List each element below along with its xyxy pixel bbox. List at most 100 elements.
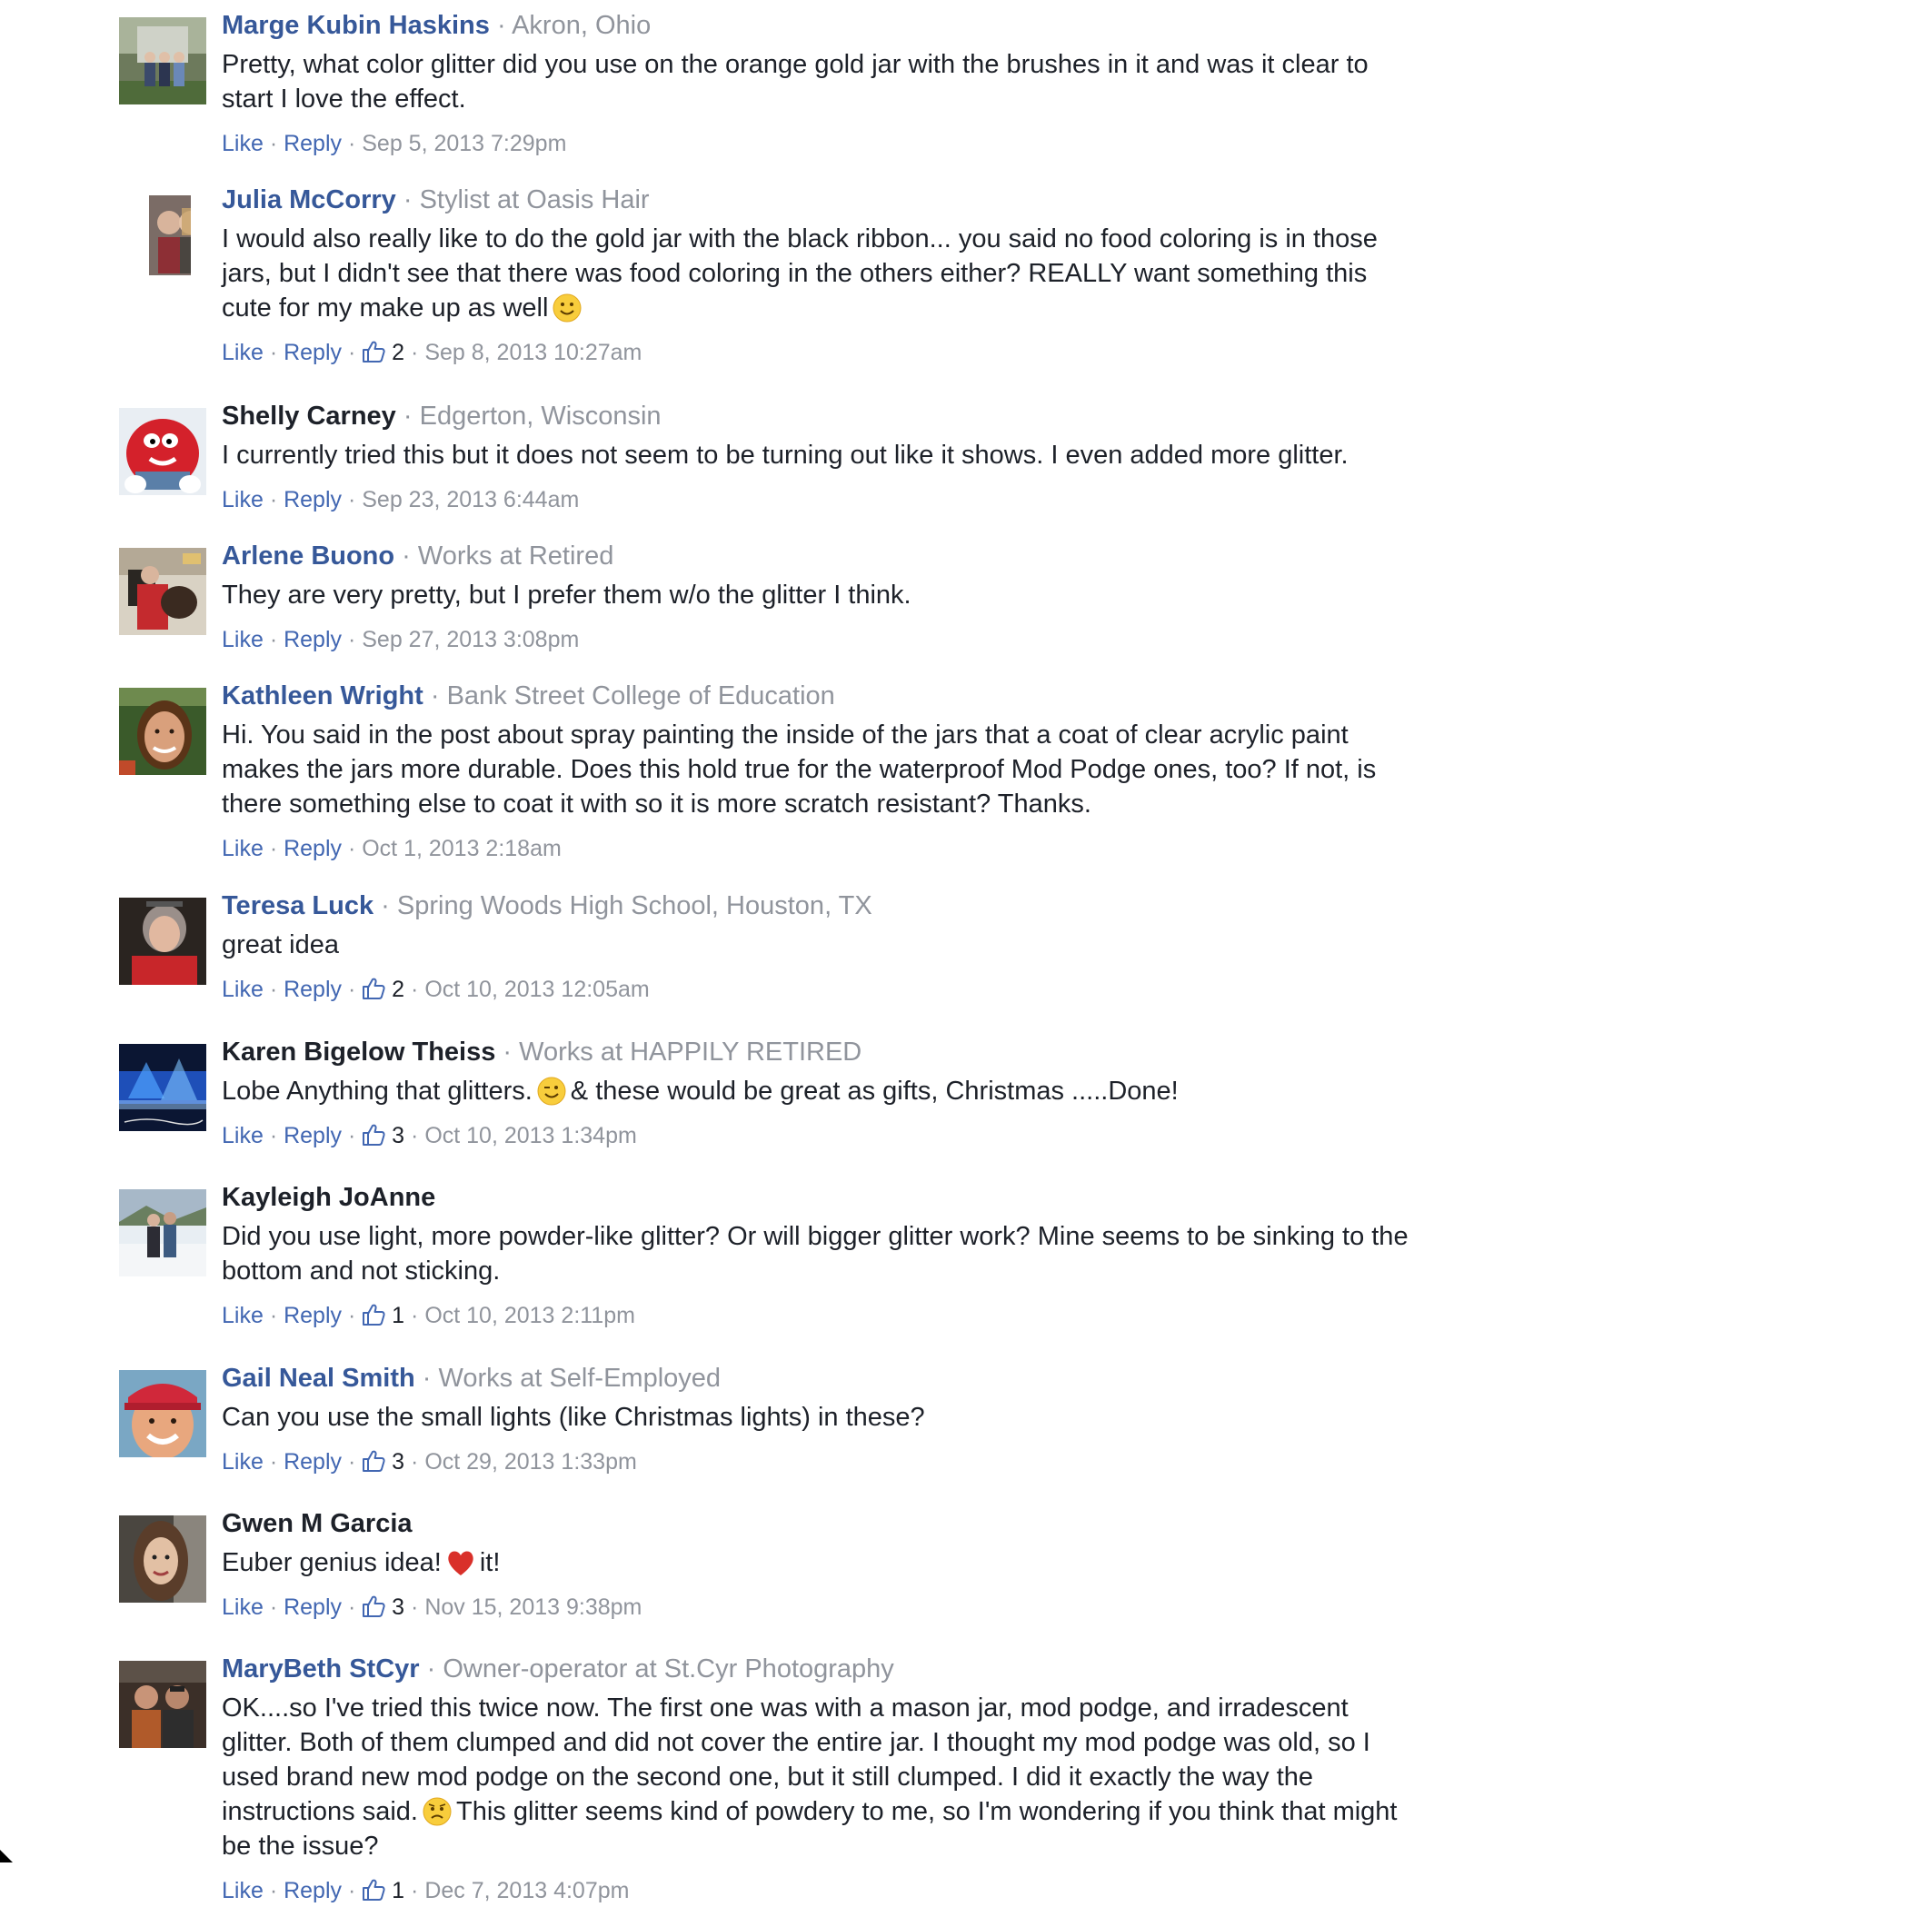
like-count-thumb-icon[interactable] <box>362 340 385 365</box>
comment-text: They are very pretty, but I prefer them … <box>222 578 1421 612</box>
like-count[interactable]: 2 <box>385 977 404 1002</box>
profile-photo-person-with-dog-icon[interactable] <box>119 548 206 635</box>
like-count-thumb-icon[interactable] <box>362 1449 385 1475</box>
comment-text: Lobe Anything that glitters. & these woul… <box>222 1074 1421 1108</box>
author-name-link[interactable]: Gail Neal Smith <box>222 1364 415 1393</box>
comment-timestamp[interactable]: Sep 27, 2013 3:08pm <box>362 627 579 652</box>
comment-timestamp[interactable]: Sep 23, 2013 6:44am <box>362 487 579 512</box>
profile-photo-group-outdoors-icon[interactable] <box>119 17 206 104</box>
author-affiliation: Works at HAPPILY RETIRED <box>519 1038 862 1067</box>
like-button[interactable]: Like <box>222 340 264 365</box>
window-corner-icon <box>0 1850 13 1862</box>
like-button[interactable]: Like <box>222 131 264 156</box>
comment-text-segment: I currently tried this but it does not s… <box>222 441 1349 470</box>
profile-photo-couple-icon[interactable] <box>136 192 191 279</box>
profile-photo-couple-snow-icon[interactable] <box>119 1189 206 1276</box>
comment-text: Euber genius idea! it! <box>222 1545 1421 1580</box>
like-button[interactable]: Like <box>222 487 264 512</box>
like-button[interactable]: Like <box>222 977 264 1002</box>
comment-timestamp[interactable]: Sep 8, 2013 10:27am <box>424 340 642 365</box>
separator-dot: · <box>342 627 363 652</box>
comment-text: Can you use the small lights (like Chris… <box>222 1400 1421 1435</box>
author-name-link[interactable]: Julia McCorry <box>222 185 396 214</box>
separator-dot: · <box>414 1364 439 1393</box>
like-button[interactable]: Like <box>222 1303 264 1328</box>
author-name-link[interactable]: Kathleen Wright <box>222 681 423 710</box>
comment-timestamp[interactable]: Oct 1, 2013 2:18am <box>362 836 562 861</box>
author-name-link[interactable]: Marge Kubin Haskins <box>222 11 490 40</box>
reply-button[interactable]: Reply <box>284 131 342 156</box>
comment-actions: Like · Reply · Sep 27, 2013 3:08pm <box>222 623 1421 656</box>
separator-dot: · <box>263 131 284 156</box>
comment-timestamp[interactable]: Oct 10, 2013 12:05am <box>424 977 649 1002</box>
reply-button[interactable]: Reply <box>284 340 342 365</box>
comment-timestamp[interactable]: Oct 10, 2013 1:34pm <box>424 1123 636 1148</box>
comment-timestamp[interactable]: Sep 5, 2013 7:29pm <box>362 131 566 156</box>
comment-text: OK....so I've tried this twice now. The … <box>222 1691 1421 1863</box>
separator-dot: · <box>395 185 420 214</box>
author-name-link[interactable]: Teresa Luck <box>222 891 373 920</box>
author-name-link[interactable]: Shelly Carney <box>222 402 396 431</box>
author-name-link[interactable]: Gwen M Garcia <box>222 1509 413 1538</box>
comment-text-segment: Can you use the small lights (like Chris… <box>222 1403 925 1432</box>
author-name-link[interactable]: MaryBeth StCyr <box>222 1654 420 1684</box>
author-name-link[interactable]: Karen Bigelow Theiss <box>222 1038 495 1067</box>
separator-dot: · <box>342 1303 363 1328</box>
reply-button[interactable]: Reply <box>284 1878 342 1903</box>
profile-photo-two-men-icon[interactable] <box>119 1661 206 1748</box>
separator-dot: · <box>404 977 425 1002</box>
reply-button[interactable]: Reply <box>284 1123 342 1148</box>
comment-timestamp[interactable]: Nov 15, 2013 9:38pm <box>424 1594 642 1620</box>
comment-actions: Like · Reply · 1 · Dec 7, 2013 4:07pm <box>222 1874 1421 1907</box>
like-count-thumb-icon[interactable] <box>362 1878 385 1903</box>
like-button[interactable]: Like <box>222 627 264 652</box>
separator-dot: · <box>404 1594 425 1620</box>
like-button[interactable]: Like <box>222 1449 264 1475</box>
profile-photo-woman-portrait-icon[interactable] <box>119 1515 206 1603</box>
comment-header: Arlene Buono · Works at Retired <box>222 538 1421 574</box>
profile-photo-woman-red-cap-icon[interactable] <box>119 1370 206 1457</box>
comment-actions: Like · Reply · Oct 1, 2013 2:18am <box>222 832 1421 865</box>
comment-body: Kathleen Wright · Bank Street College of… <box>222 678 1421 865</box>
reply-button[interactable]: Reply <box>284 1303 342 1328</box>
comment-text: great idea <box>222 928 1421 962</box>
like-count[interactable]: 1 <box>385 1303 404 1328</box>
reply-button[interactable]: Reply <box>284 487 342 512</box>
profile-photo-blue-stage-icon[interactable] <box>119 1044 206 1131</box>
comment-timestamp[interactable]: Oct 29, 2013 1:33pm <box>424 1449 636 1475</box>
like-count[interactable]: 1 <box>385 1878 404 1903</box>
profile-photo-woman-red-shirt-icon[interactable] <box>119 898 206 985</box>
separator-dot: · <box>404 340 425 365</box>
comment-actions: Like · Reply · 2 · Sep 8, 2013 10:27am <box>222 336 1421 369</box>
reply-button[interactable]: Reply <box>284 977 342 1002</box>
like-button[interactable]: Like <box>222 836 264 861</box>
like-count-thumb-icon[interactable] <box>362 1303 385 1328</box>
author-name-link[interactable]: Arlene Buono <box>222 541 394 571</box>
comment-body: Arlene Buono · Works at Retired They are … <box>222 538 1421 656</box>
like-button[interactable]: Like <box>222 1123 264 1148</box>
comment-header: Gwen M Garcia <box>222 1505 1421 1542</box>
like-count[interactable]: 3 <box>385 1449 404 1475</box>
comment-text-segment: Lobe Anything that glitters. <box>222 1077 533 1106</box>
profile-photo-smiling-woman-icon[interactable] <box>119 688 206 775</box>
like-count[interactable]: 3 <box>385 1123 404 1148</box>
author-affiliation: Spring Woods High School, Houston, TX <box>396 891 872 920</box>
author-affiliation: Works at Retired <box>417 541 614 571</box>
comment-text-segment: Pretty, what color glitter did you use o… <box>222 50 1369 114</box>
like-button[interactable]: Like <box>222 1878 264 1903</box>
like-count-thumb-icon[interactable] <box>362 977 385 1002</box>
reply-button[interactable]: Reply <box>284 1449 342 1475</box>
comment-text: I would also really like to do the gold … <box>222 222 1421 325</box>
comment-timestamp[interactable]: Dec 7, 2013 4:07pm <box>424 1878 629 1903</box>
like-count[interactable]: 2 <box>385 340 404 365</box>
comment-timestamp[interactable]: Oct 10, 2013 2:11pm <box>424 1303 635 1328</box>
like-button[interactable]: Like <box>222 1594 264 1620</box>
profile-photo-red-candy-character-icon[interactable] <box>119 408 206 495</box>
like-count[interactable]: 3 <box>385 1594 404 1620</box>
like-count-thumb-icon[interactable] <box>362 1123 385 1148</box>
reply-button[interactable]: Reply <box>284 836 342 861</box>
author-name-link[interactable]: Kayleigh JoAnne <box>222 1183 435 1212</box>
reply-button[interactable]: Reply <box>284 1594 342 1620</box>
reply-button[interactable]: Reply <box>284 627 342 652</box>
like-count-thumb-icon[interactable] <box>362 1594 385 1620</box>
